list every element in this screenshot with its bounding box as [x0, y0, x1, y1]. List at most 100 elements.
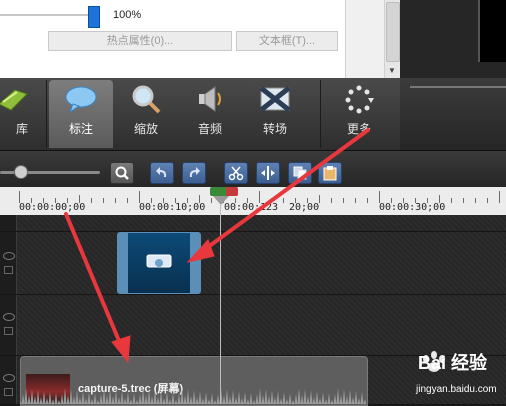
ruler-tick — [379, 191, 380, 203]
ruler-tick — [307, 198, 308, 203]
hotspot-properties-button[interactable]: 热点属性(0)... — [48, 31, 232, 51]
magnifier-icon — [115, 166, 129, 180]
ruler-label-playhead-b: 23 — [266, 202, 279, 213]
tab-transitions-label: 转场 — [262, 122, 287, 136]
scrollbar-thumb[interactable] — [386, 2, 400, 62]
ruler-tick — [403, 198, 404, 203]
ruler-label-0: 00:00:00;00 — [19, 202, 86, 213]
ruler-tick — [175, 198, 176, 203]
tab-transitions[interactable]: 转场 — [243, 80, 307, 148]
opacity-value: 100% — [113, 9, 142, 21]
copy-icon — [293, 166, 307, 180]
ruler-tick — [79, 195, 80, 203]
library-icon — [0, 84, 29, 114]
paste-button[interactable] — [318, 162, 342, 184]
tab-callouts[interactable]: 标注 — [49, 80, 113, 148]
ruler-tick — [343, 198, 344, 203]
scroll-down-arrow-icon[interactable]: ▼ — [385, 64, 399, 78]
ruler-tick — [211, 198, 212, 203]
ruler-tick — [319, 195, 320, 203]
ruler-tick — [199, 195, 200, 203]
undo-icon — [156, 167, 167, 177]
opacity-slider-track[interactable] — [0, 14, 90, 16]
preview-controls-area — [400, 78, 506, 150]
ruler-tick — [187, 198, 188, 203]
callout-icon — [64, 84, 98, 114]
track-row-top — [0, 215, 506, 232]
playhead-marker[interactable] — [213, 196, 229, 205]
ruler-label-30: 00:00:30;00 — [379, 202, 446, 213]
ruler-tick — [115, 198, 116, 203]
cut-button[interactable] — [224, 162, 248, 184]
timeline-zoom-knob[interactable] — [14, 165, 28, 179]
textbox-button[interactable]: 文本框(T)... — [236, 31, 338, 51]
redo-icon — [189, 167, 200, 177]
undo-button[interactable] — [150, 162, 174, 184]
tab-callouts-label: 标注 — [68, 122, 93, 136]
ruler-label-20: 20;00 — [289, 202, 320, 213]
ruler-tick — [151, 198, 152, 203]
waveform-path — [20, 388, 366, 404]
paste-icon — [323, 166, 337, 181]
ruler-tick — [103, 198, 104, 203]
ruler-tick — [367, 198, 368, 203]
ruler-tick — [31, 198, 32, 203]
zoom-magnifier-icon — [129, 84, 163, 114]
ruler-tick — [163, 198, 164, 203]
visibility-eye-icon[interactable] — [3, 252, 15, 260]
tab-zoom-label: 缩放 — [133, 122, 158, 136]
ruler-tick — [295, 198, 296, 203]
tab-audio[interactable]: 音频 — [178, 80, 242, 148]
scissors-icon — [228, 166, 244, 181]
ruler-tick — [451, 198, 452, 203]
ruler-ticks — [0, 187, 506, 203]
ruler-tick — [415, 198, 416, 203]
visibility-eye-icon[interactable] — [3, 374, 15, 382]
copy-button[interactable] — [288, 162, 312, 184]
ruler-label-10: 00:00:10;00 — [139, 202, 206, 213]
ruler-tick — [427, 198, 428, 203]
ruler-tick — [271, 198, 272, 203]
ruler-tick — [439, 195, 440, 203]
ruler-tick — [43, 198, 44, 203]
lock-icon[interactable] — [4, 388, 13, 396]
tab-audio-label: 音频 — [197, 122, 222, 136]
lock-icon[interactable] — [4, 327, 13, 335]
ruler-tick — [67, 198, 68, 203]
ruler-tick — [283, 198, 284, 203]
ruler-tick — [127, 198, 128, 203]
watermark-brand: Bai 经验 — [418, 353, 488, 373]
playhead-end-handle[interactable] — [226, 187, 238, 196]
split-icon — [261, 166, 275, 180]
split-button[interactable] — [256, 162, 280, 184]
tab-zoom[interactable]: 缩放 — [114, 80, 178, 148]
ruler-tick — [247, 198, 248, 203]
more-dots-icon — [342, 84, 376, 114]
speaker-icon — [193, 84, 227, 114]
preview-canvas — [478, 0, 506, 62]
playhead-line — [220, 205, 221, 404]
ruler-tick — [499, 191, 500, 203]
tab-more[interactable]: 更多 — [327, 80, 391, 148]
tab-more-label: 更多 — [346, 122, 371, 136]
ruler-tick — [55, 198, 56, 203]
redo-button[interactable] — [182, 162, 206, 184]
callout-clip-icon — [146, 254, 172, 268]
opacity-slider-thumb[interactable] — [88, 6, 100, 28]
zoom-timeline-button[interactable] — [110, 162, 134, 184]
ruler-tick — [331, 198, 332, 203]
callout-clip[interactable] — [117, 232, 201, 294]
tab-library-label: 库 — [15, 122, 28, 136]
ruler-tick — [391, 198, 392, 203]
ruler-tick — [259, 191, 260, 203]
ruler-tick — [235, 198, 236, 203]
ruler-tick — [355, 198, 356, 203]
transition-icon — [258, 84, 292, 114]
ruler-tick — [463, 198, 464, 203]
ruler-tick — [139, 191, 140, 203]
lock-icon[interactable] — [4, 266, 13, 274]
visibility-eye-icon[interactable] — [3, 313, 15, 321]
tab-library[interactable]: 库 — [0, 80, 44, 148]
timeline-toolbar — [0, 150, 506, 187]
ruler-tick — [91, 198, 92, 203]
